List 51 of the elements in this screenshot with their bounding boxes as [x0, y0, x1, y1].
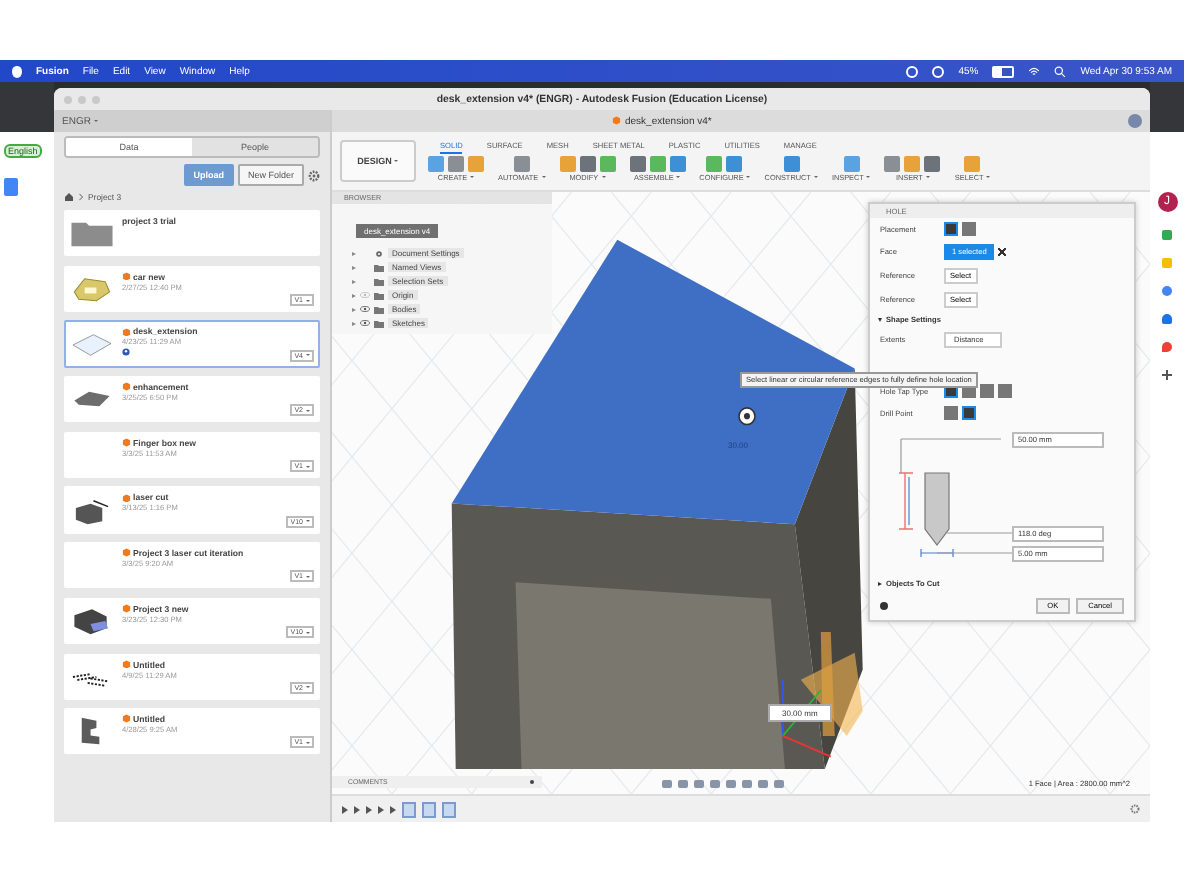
model-thumbnail-drawing	[70, 495, 114, 526]
expand-caret-icon[interactable]	[352, 279, 356, 283]
model-thumbnail-drawing	[70, 605, 114, 636]
design-icon	[122, 271, 131, 281]
visibility-eye-icon[interactable]	[360, 306, 370, 312]
app-icon[interactable]	[1162, 286, 1172, 296]
user-avatar[interactable]	[1128, 114, 1142, 128]
design-icon	[122, 327, 131, 337]
document-icon	[4, 178, 18, 196]
info-icon[interactable]	[880, 602, 888, 610]
hole-diagram-drawing	[897, 437, 1013, 557]
tool-icon[interactable]	[513, 155, 530, 171]
design-icon	[122, 604, 131, 614]
model-thumbnail-drawing	[70, 329, 114, 360]
app-icon[interactable]	[1162, 230, 1172, 240]
add-icon[interactable]	[1162, 370, 1172, 380]
folder-icon	[70, 218, 114, 249]
expand-caret-icon[interactable]	[352, 251, 356, 255]
angled-point-icon[interactable]	[962, 406, 976, 420]
battery-icon[interactable]	[992, 65, 1015, 77]
settings-icon[interactable]	[1130, 804, 1140, 814]
expand-caret-icon[interactable]	[352, 321, 356, 325]
design-icon	[122, 382, 131, 392]
app-icon[interactable]	[1162, 314, 1172, 324]
clear-selection-icon[interactable]	[998, 248, 1007, 256]
tool-icon[interactable]	[964, 155, 981, 171]
wifi-icon[interactable]	[1028, 65, 1041, 77]
expand-caret-icon[interactable]	[352, 307, 356, 311]
tool-icon[interactable]	[843, 155, 860, 171]
chevron-icon	[78, 192, 84, 202]
move-cursor-icon	[738, 407, 756, 426]
design-icon	[122, 438, 131, 447]
settings-icon[interactable]	[308, 169, 320, 181]
design-icon	[612, 116, 621, 126]
search-icon[interactable]	[1054, 65, 1067, 77]
tool-icon[interactable]	[783, 155, 800, 171]
visibility-eye-icon[interactable]	[360, 320, 370, 326]
model-thumbnail-drawing	[70, 273, 114, 304]
app-icon[interactable]	[1162, 342, 1172, 352]
design-icon	[122, 548, 131, 558]
design-icon	[122, 659, 131, 669]
expand-caret-icon[interactable]	[352, 293, 356, 297]
expand-caret-icon[interactable]	[352, 265, 356, 269]
design-icon	[122, 493, 131, 503]
hole-preview-drawing	[782, 632, 863, 758]
apple-logo-icon[interactable]	[12, 65, 22, 77]
design-icon	[122, 714, 131, 724]
home-icon[interactable]	[64, 192, 74, 202]
single-hole-icon[interactable]	[944, 222, 958, 236]
gear-icon	[374, 249, 384, 257]
pin-icon[interactable]	[529, 779, 534, 785]
